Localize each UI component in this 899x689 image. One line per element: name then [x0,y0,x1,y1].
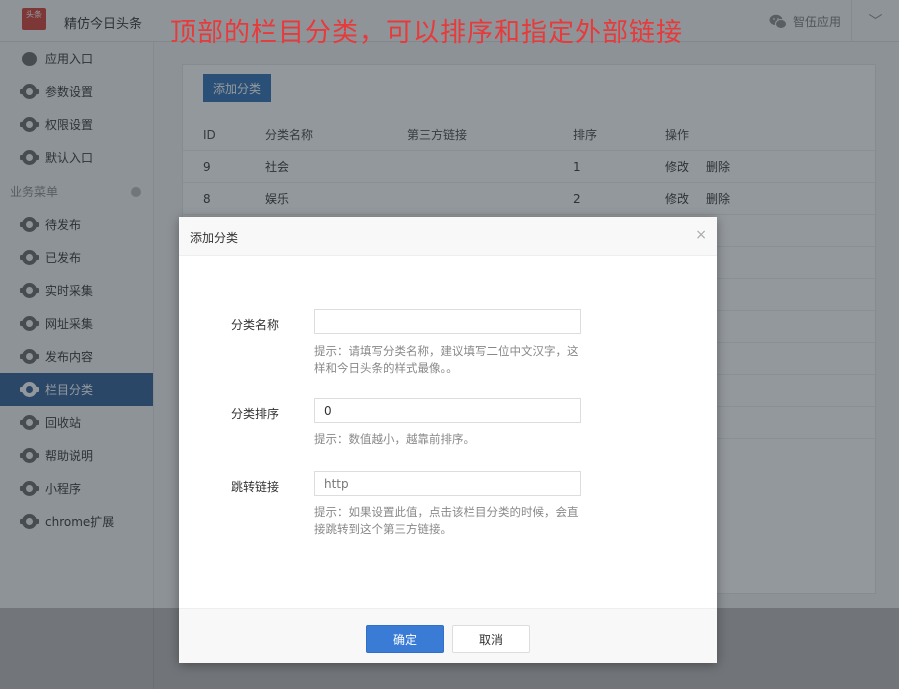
link-label: 跳转链接 [231,480,280,494]
name-hint: 提示：请填写分类名称，建议填写二位中文汉字，这样和今日头条的样式最像。。 [314,344,579,375]
dialog-header: 添加分类 × [179,217,717,256]
link-hint: 提示：如果设置此值，点击该栏目分类的时候，会直接跳转到这个第三方链接。 [314,505,579,536]
confirm-button[interactable]: 确定 [366,625,444,653]
close-icon[interactable]: × [695,227,707,243]
dialog-footer: 确定 取消 [179,608,717,663]
cancel-button[interactable]: 取消 [452,625,530,653]
add-category-dialog: 添加分类 × 分类名称 提示：请填写分类名称，建议填写二位中文汉字，这样和今日头… [179,217,717,663]
redirect-link-input[interactable] [314,471,581,496]
dialog-title: 添加分类 [190,231,239,245]
category-sort-input[interactable] [314,398,581,423]
sort-hint: 提示：数值越小，越靠前排序。 [314,432,475,446]
annotation-banner: 顶部的栏目分类，可以排序和指定外部链接 [170,18,684,48]
category-name-input[interactable] [314,309,581,334]
sort-label: 分类排序 [231,407,280,421]
name-label: 分类名称 [231,318,280,332]
